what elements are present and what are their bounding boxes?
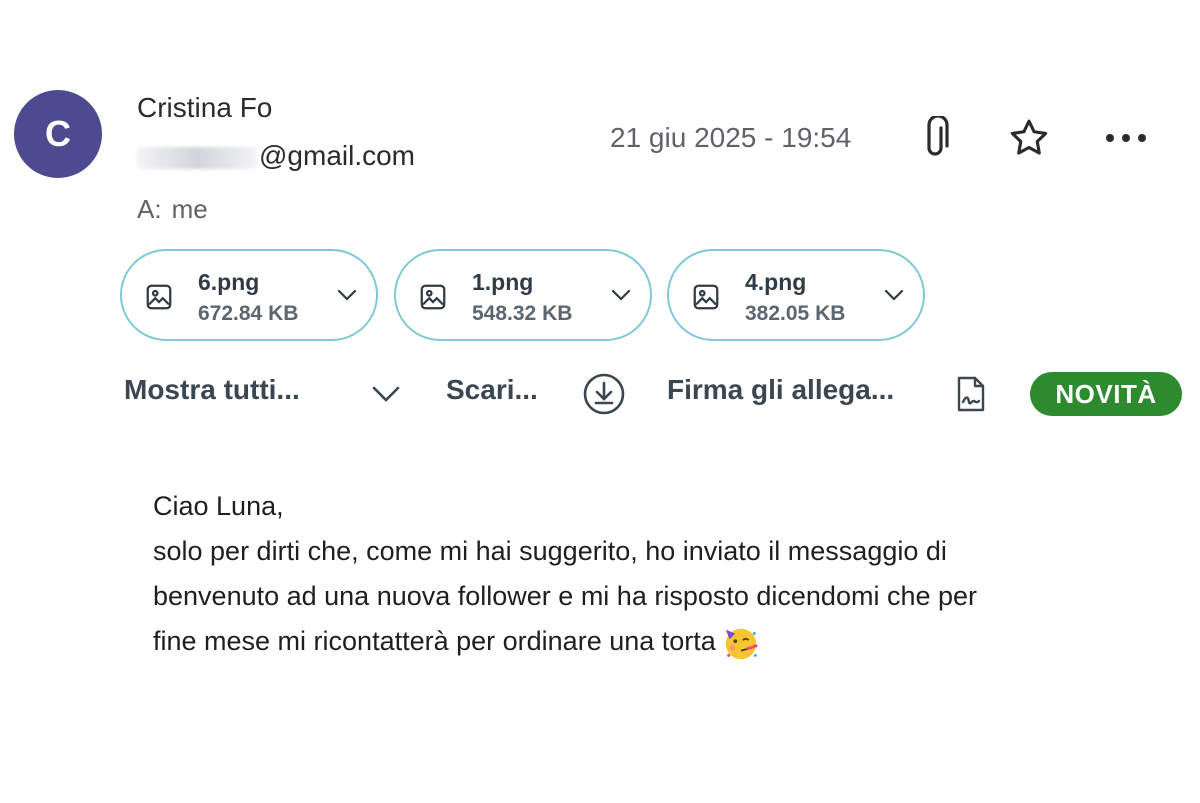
chevron-down-icon[interactable] (883, 287, 905, 303)
message-body: Ciao Luna, solo per dirti che, come mi h… (153, 484, 1153, 664)
recipient-line: A: me (137, 194, 208, 225)
more-icon[interactable] (1102, 114, 1150, 162)
chevron-down-icon[interactable] (336, 287, 358, 303)
sender-email-domain: @gmail.com (259, 140, 416, 171)
image-icon (420, 284, 446, 310)
attachment-name: 1.png (472, 269, 534, 295)
sender-avatar[interactable]: C (14, 90, 102, 178)
sender-email: @gmail.com (137, 140, 415, 172)
attachment-size: 548.32 KB (472, 302, 573, 325)
sign-attachments-button[interactable]: Firma gli allega... (667, 374, 894, 406)
chevron-down-icon[interactable] (610, 287, 632, 303)
sender-name: Cristina Fo (137, 92, 273, 123)
attachment-size: 382.05 KB (745, 302, 846, 325)
attachment-size: 672.84 KB (198, 302, 299, 325)
redacted-email-part (137, 146, 257, 169)
download-button[interactable]: Scari... (446, 374, 538, 406)
attachment-name: 6.png (198, 269, 260, 295)
message-line: solo per dirti che, come mi hai suggerit… (153, 536, 947, 566)
message-greeting: Ciao Luna, (153, 491, 284, 521)
message-date: 21 giu 2025 - 19:54 (610, 122, 852, 153)
image-icon (146, 284, 172, 310)
attachment-name: 4.png (745, 269, 807, 295)
chevron-down-icon[interactable] (366, 370, 406, 418)
party-face-emoji-icon (725, 628, 758, 660)
download-icon[interactable] (580, 370, 628, 418)
image-icon (693, 284, 719, 310)
signature-document-icon[interactable] (950, 370, 994, 418)
paperclip-icon[interactable] (912, 114, 960, 162)
message-line: benvenuto ad una nuova follower e mi ha … (153, 581, 978, 611)
attachment-chip[interactable]: 6.png 672.84 KB (120, 249, 378, 341)
show-all-button[interactable]: Mostra tutti... (124, 374, 300, 406)
recipient-label: A: (137, 194, 162, 224)
star-icon[interactable] (1005, 114, 1053, 162)
new-feature-badge: NOVITÀ (1030, 372, 1182, 416)
attachment-chip[interactable]: 1.png 548.32 KB (394, 249, 652, 341)
recipient-value: me (171, 194, 208, 224)
message-line: fine mese mi ricontatterà per ordinare u… (153, 626, 716, 656)
attachment-chip[interactable]: 4.png 382.05 KB (667, 249, 925, 341)
